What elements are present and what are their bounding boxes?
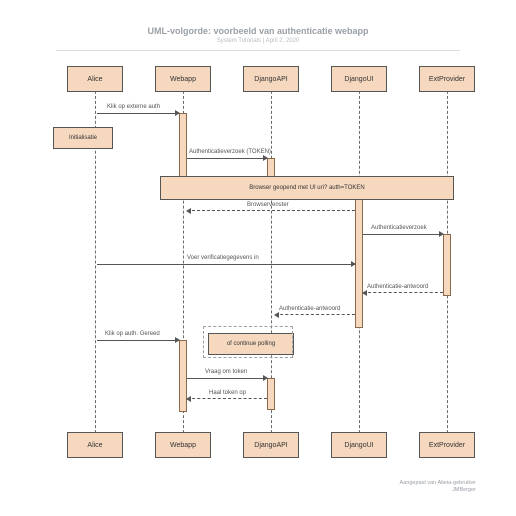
actor-djangoui-top: DjangoUI [331,66,387,92]
arrow-enter-creds: Voer verificatiegegevens in [97,264,355,265]
actor-extprovider-bot: ExtProvider [419,432,475,458]
span-browser-open: Browser geopend met UI uri? auth=TOKEN [160,176,454,200]
arrow-auth-answer-api: Authenticatie-antwoord [275,314,355,316]
diagram-subtitle: System Tutorials | April 2, 2020 [0,38,516,44]
diagram-title: UML-volgorde: voorbeeld van authenticati… [0,26,516,36]
exec-extprovider-1 [443,234,451,296]
label-auth-answer-ext: Authenticatie-antwoord [367,284,428,290]
arrow-get-token: Haal token op [187,398,267,400]
footer-attribution: Aangepast van Alteia-gebruiker JMBerger [400,480,476,494]
label-enter-creds: Voer verificatiegegevens in [187,255,259,261]
label-ask-token: Vraag om token [205,369,247,375]
actor-webapp-top: Webapp [155,66,211,92]
actor-webapp-bot: Webapp [155,432,211,458]
actor-djangoapi-top: DjangoAPI [243,66,299,92]
note-init: Initialisatie [53,127,113,149]
label-auth-request-token: Authenticatieverzoek (TOKEN) [189,149,271,155]
lifeline-alice [95,66,96,458]
arrow-click-done: Klik op auth. Gereed [97,340,179,341]
arrow-auth-answer-ext: Authenticatie-antwoord [363,292,443,294]
exec-djangoui-1 [355,196,363,328]
arrow-click-auth: Klik op externe auth [97,113,179,114]
arrow-auth-request-ext: Authenticatieverzoek [363,234,443,235]
note-polling-frame [203,326,293,358]
actor-alice-bot: Alice [67,432,123,458]
exec-djangoapi-2 [267,378,275,410]
diagram-canvas: UML-volgorde: voorbeeld van authenticati… [0,0,516,516]
actor-djangoapi-bot: DjangoAPI [243,432,299,458]
label-click-done: Klik op auth. Gereed [105,331,160,337]
actor-djangoui-bot: DjangoUI [331,432,387,458]
actor-extprovider-top: ExtProvider [419,66,475,92]
footer-line2: JMBerger [452,487,476,493]
actor-alice-top: Alice [67,66,123,92]
title-rule [56,50,460,51]
label-auth-request-ext: Authenticatieverzoek [371,225,427,231]
arrow-browser-window: Browservenster [187,210,355,212]
footer-line1: Aangepast van Alteia-gebruiker [400,480,476,486]
label-auth-answer-api: Authenticatie-antwoord [279,306,340,312]
arrow-ask-token: Vraag om token [187,378,267,379]
arrow-auth-request-token: Authenticatieverzoek (TOKEN) [187,158,267,159]
label-click-auth: Klik op externe auth [107,104,160,110]
label-get-token: Haal token op [209,390,246,396]
label-browser-window: Browservenster [247,202,289,208]
